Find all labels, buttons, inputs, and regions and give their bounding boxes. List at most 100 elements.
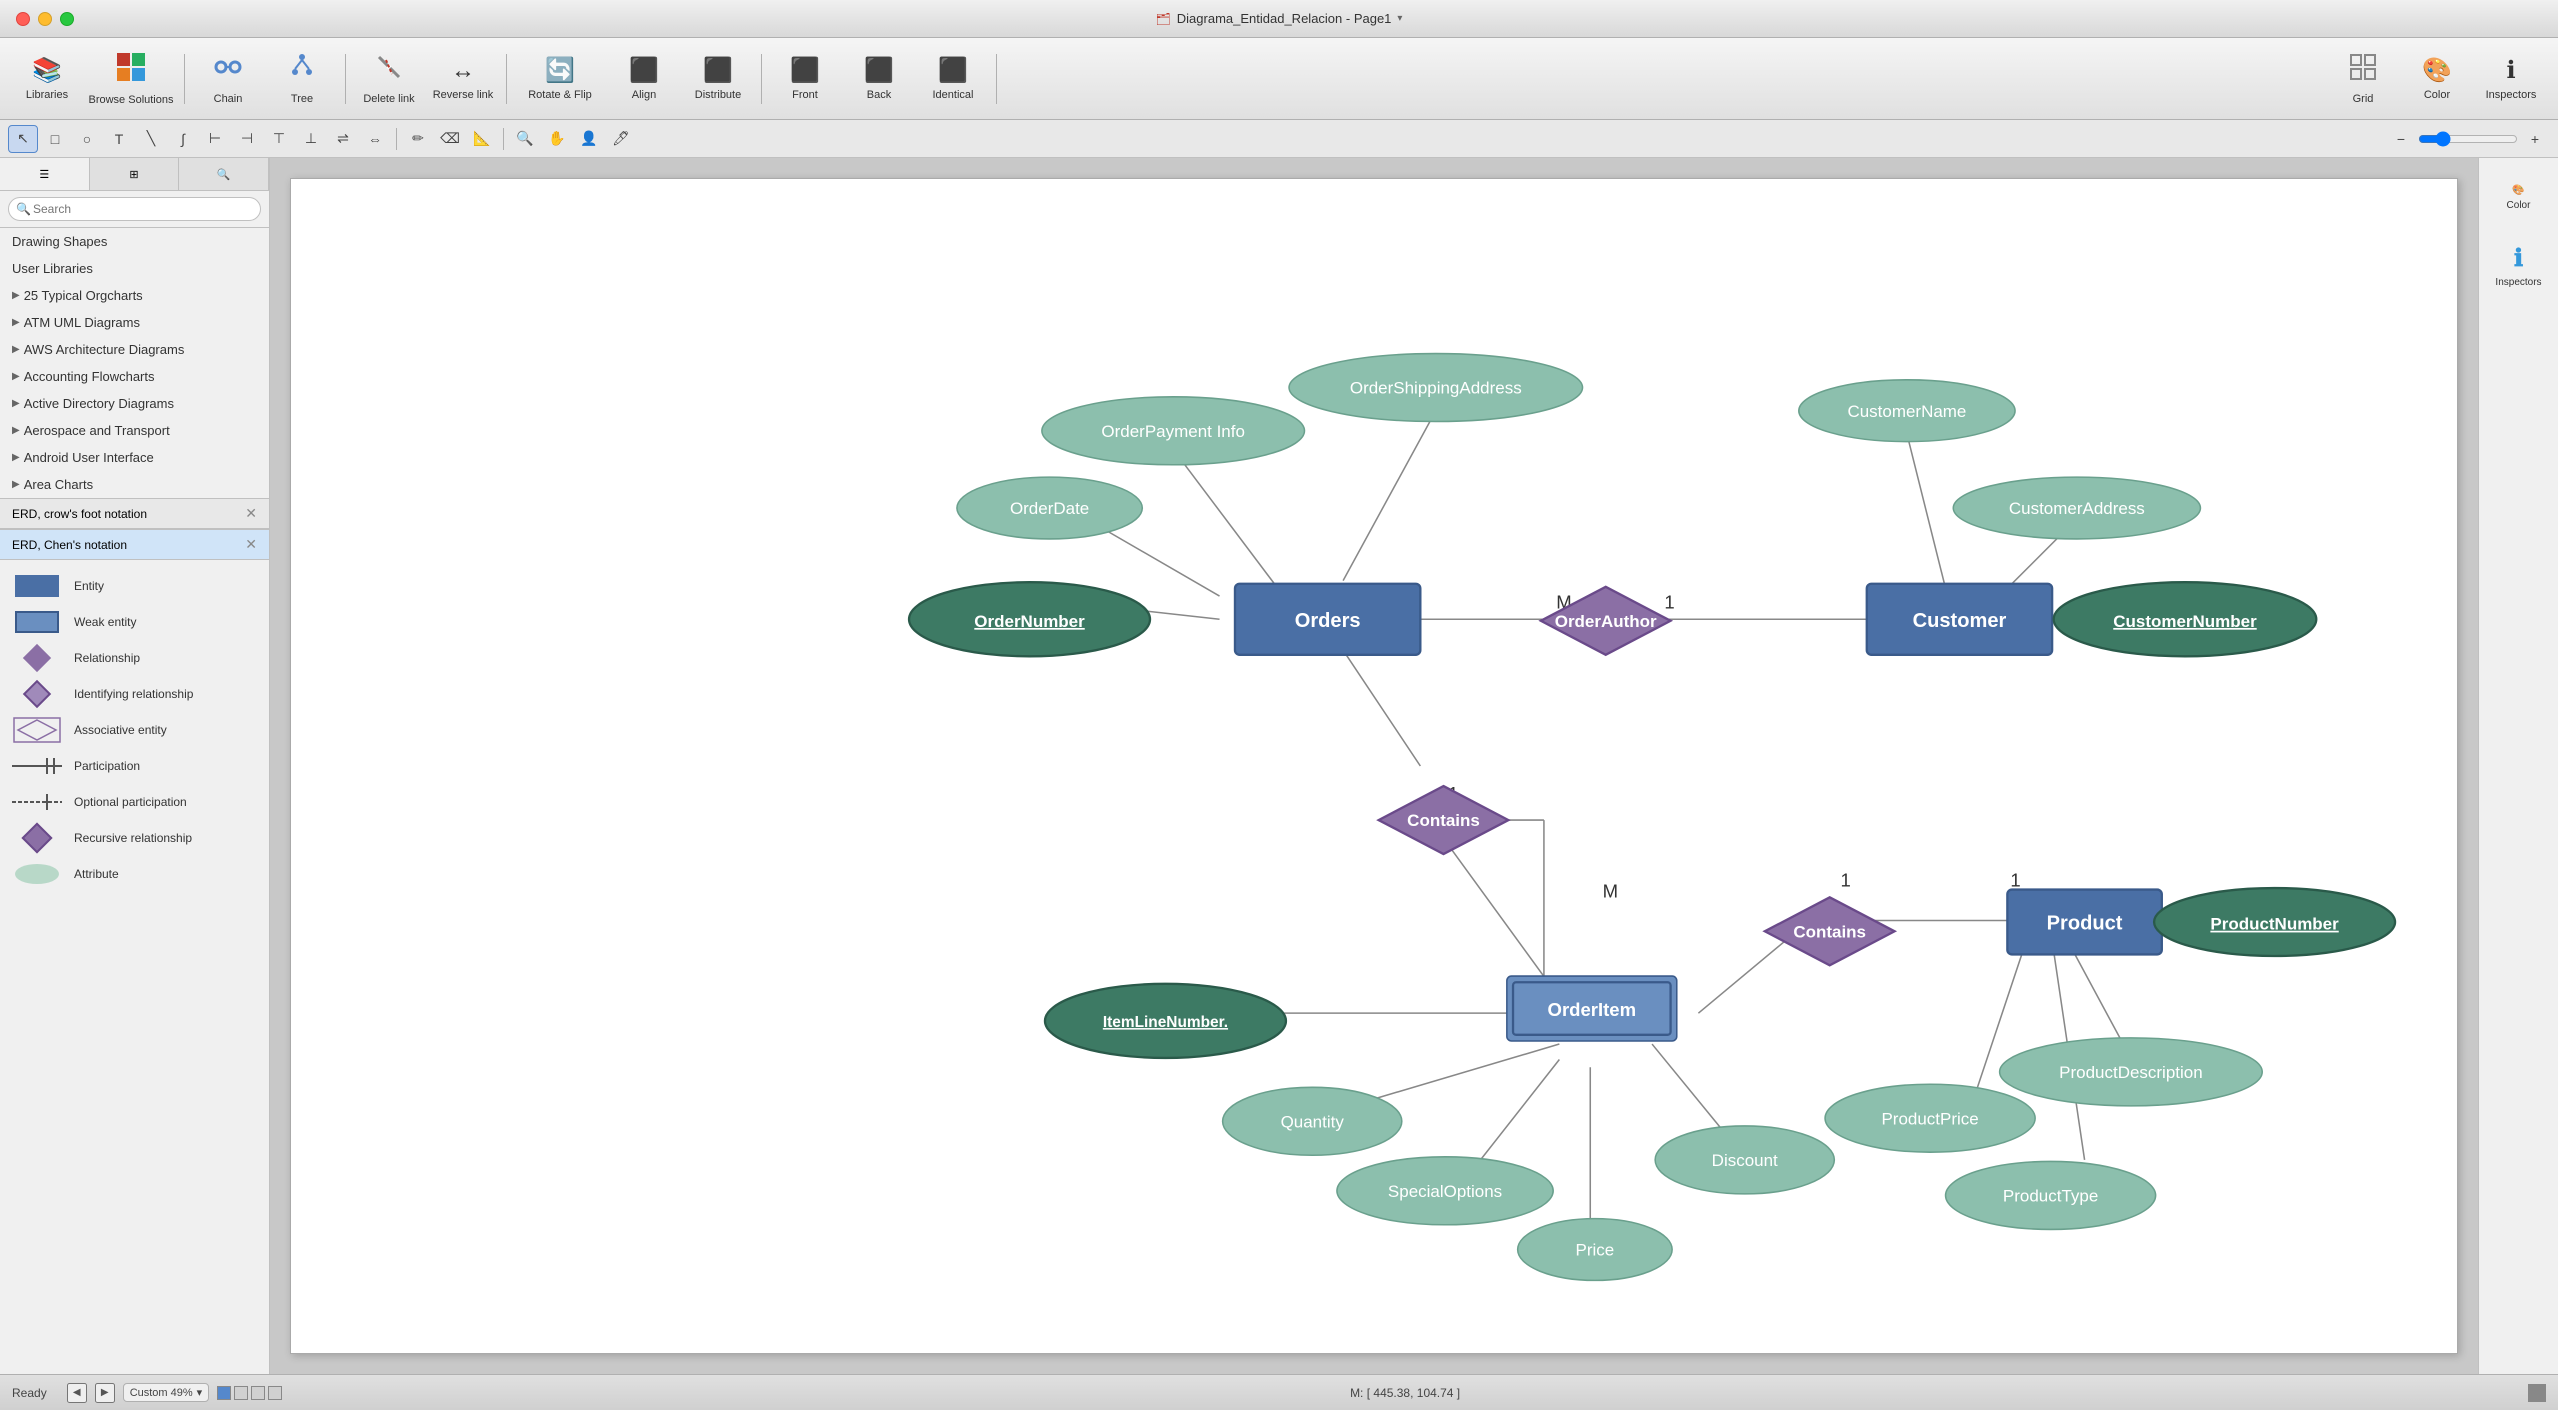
close-crows-foot-button[interactable]: ✕ [245, 505, 257, 522]
sidebar-item-area-charts[interactable]: ▶ Area Charts [0, 471, 269, 498]
attribute-icon [15, 864, 59, 884]
front-button[interactable]: ⬛ Front [770, 44, 840, 114]
close-button[interactable] [16, 12, 30, 26]
identical-button[interactable]: ⬛ Identical [918, 44, 988, 114]
draw-tool[interactable]: 🖊 [606, 125, 636, 153]
entity-rect-icon [15, 575, 59, 597]
measure-tool[interactable]: 📐 [467, 125, 497, 153]
inspectors-icon: ℹ [2506, 56, 2515, 85]
inspectors-button[interactable]: ℹ Inspectors [2476, 44, 2546, 114]
zoom-out-button[interactable]: − [2386, 125, 2416, 153]
delete-link-button[interactable]: Delete link [354, 44, 424, 114]
info-inspector-button[interactable]: ℹ Inspectors [2487, 234, 2551, 298]
inspectors-label: Inspectors [2495, 277, 2541, 288]
sidebar-item-user-libraries[interactable]: User Libraries [0, 255, 269, 282]
search-input[interactable] [8, 197, 261, 221]
lib-crows-foot-header[interactable]: ERD, crow's foot notation ✕ [0, 499, 269, 529]
participation-preview [12, 752, 62, 780]
zoom-slider[interactable] [2418, 131, 2518, 147]
sidebar-item-drawing-shapes[interactable]: Drawing Shapes [0, 228, 269, 255]
statusbar-right [2528, 1384, 2546, 1402]
color-button[interactable]: 🎨 Color [2402, 44, 2472, 114]
connector3-tool[interactable]: ⊤ [264, 125, 294, 153]
connector4-tool[interactable]: ⊥ [296, 125, 326, 153]
rect-tool[interactable]: □ [40, 125, 70, 153]
shape-attribute[interactable]: Attribute [0, 856, 269, 892]
minimize-button[interactable] [38, 12, 52, 26]
sidebar-item-active-directory[interactable]: ▶ Active Directory Diagrams [0, 390, 269, 417]
svg-text:ItemLineNumber.: ItemLineNumber. [1103, 1014, 1228, 1031]
chevron-right-icon: ▶ [12, 479, 20, 490]
shape-optional-participation[interactable]: Optional participation [0, 784, 269, 820]
sidebar-item-accounting[interactable]: ▶ Accounting Flowcharts [0, 363, 269, 390]
svg-text:OrderItem: OrderItem [1548, 999, 1637, 1020]
tree-button[interactable]: Tree [267, 44, 337, 114]
connector6-tool[interactable]: ⇔ [360, 125, 390, 153]
zoom-tool[interactable]: 🔍 [510, 125, 540, 153]
page-prev-button[interactable]: ◀ [67, 1383, 87, 1403]
page-next-button[interactable]: ▶ [95, 1383, 115, 1403]
sidebar-item-android[interactable]: ▶ Android User Interface [0, 444, 269, 471]
page-indicator-2[interactable] [234, 1386, 248, 1400]
diagram-canvas[interactable]: M 1 1 M 1 1 OrderShippingAddress OrderPa… [290, 178, 2458, 1354]
close-chens-button[interactable]: ✕ [245, 536, 257, 553]
page-indicator-1[interactable] [217, 1386, 231, 1400]
ellipse-tool[interactable]: ○ [72, 125, 102, 153]
shape-associative-entity[interactable]: Associative entity [0, 712, 269, 748]
file-icon: 🗂 [1156, 12, 1171, 26]
libraries-button[interactable]: 📚 Libraries [12, 44, 82, 114]
sidebar-item-aws[interactable]: ▶ AWS Architecture Diagrams [0, 336, 269, 363]
sidebar-tab-grid[interactable]: ⊞ [90, 158, 180, 190]
color-inspector-button[interactable]: 🎨 Color [2487, 166, 2551, 230]
sidebar-item-atm-uml[interactable]: ▶ ATM UML Diagrams [0, 309, 269, 336]
shape-weak-entity[interactable]: Weak entity [0, 604, 269, 640]
sidebar-item-aerospace[interactable]: ▶ Aerospace and Transport [0, 417, 269, 444]
reverse-link-button[interactable]: ↔ Reverse link [428, 44, 498, 114]
delete-link-icon [374, 52, 404, 89]
connector5-tool[interactable]: ⇌ [328, 125, 358, 153]
page-indicator-3[interactable] [251, 1386, 265, 1400]
sidebar-tab-search[interactable]: 🔍 [179, 158, 269, 190]
rotate-flip-button[interactable]: 🔄 Rotate & Flip [515, 44, 605, 114]
chevron-down-icon[interactable]: ▾ [1397, 13, 1402, 24]
maximize-button[interactable] [60, 12, 74, 26]
grid-icon [2348, 52, 2378, 89]
svg-text:OrderPayment Info: OrderPayment Info [1101, 422, 1245, 441]
eraser-tool[interactable]: ⌫ [435, 125, 465, 153]
shape-participation[interactable]: Participation [0, 748, 269, 784]
pen-tool[interactable]: ✏ [403, 125, 433, 153]
align-button[interactable]: ⬛ Align [609, 44, 679, 114]
page-indicator-4[interactable] [268, 1386, 282, 1400]
zoom-in-button[interactable]: + [2520, 125, 2550, 153]
toolbar-separator [184, 54, 185, 104]
svg-text:M: M [1603, 880, 1618, 901]
line-tool[interactable]: ╲ [136, 125, 166, 153]
curve-tool[interactable]: ∫ [168, 125, 198, 153]
sidebar-tab-list[interactable]: ☰ [0, 158, 90, 190]
distribute-button[interactable]: ⬛ Distribute [683, 44, 753, 114]
zoom-selector[interactable]: Custom 49% ▾ [123, 1383, 210, 1402]
traffic-lights [16, 12, 74, 26]
back-button[interactable]: ⬛ Back [844, 44, 914, 114]
sidebar-item-25-orgcharts[interactable]: ▶ 25 Typical Orgcharts [0, 282, 269, 309]
connector2-tool[interactable]: ⊣ [232, 125, 262, 153]
shape-relationship[interactable]: Relationship [0, 640, 269, 676]
shape-recursive-relationship[interactable]: Recursive relationship [0, 820, 269, 856]
shape-identifying-relationship[interactable]: Identifying relationship [0, 676, 269, 712]
select-tool[interactable]: ↖ [8, 125, 38, 153]
text-tool[interactable]: T [104, 125, 134, 153]
shape-entity[interactable]: Entity [0, 568, 269, 604]
connector-tool[interactable]: ⊢ [200, 125, 230, 153]
lib-chens-header[interactable]: ERD, Chen's notation ✕ [0, 530, 269, 560]
pan-tool[interactable]: ✋ [542, 125, 572, 153]
svg-text:Customer: Customer [1913, 610, 2007, 632]
fit-page-button[interactable] [2528, 1384, 2546, 1402]
grid-button[interactable]: Grid [2328, 44, 2398, 114]
toolbar-separator-2 [345, 54, 346, 104]
svg-text:OrderNumber: OrderNumber [974, 612, 1085, 631]
user-tool[interactable]: 👤 [574, 125, 604, 153]
chain-button[interactable]: Chain [193, 44, 263, 114]
lib-chens: ERD, Chen's notation ✕ Entity [0, 529, 269, 900]
canvas-area[interactable]: M 1 1 M 1 1 OrderShippingAddress OrderPa… [270, 158, 2478, 1374]
browse-solutions-button[interactable]: Browse Solutions [86, 44, 176, 114]
